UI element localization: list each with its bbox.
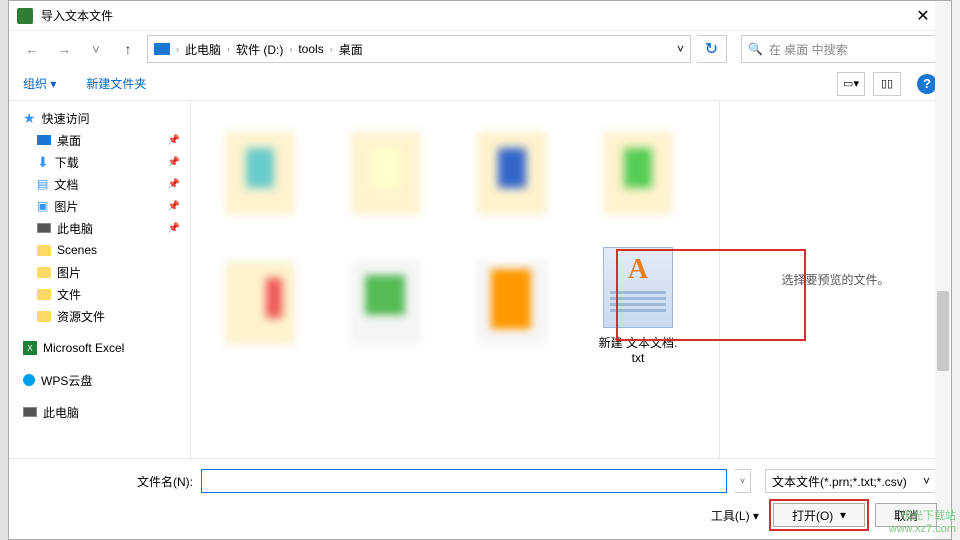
wps-icon (23, 374, 35, 386)
crumb-desktop[interactable]: 桌面 (335, 39, 367, 60)
help-button[interactable]: ? (917, 74, 937, 94)
file-item-txt[interactable]: A 新建 文本文档.txt (575, 241, 701, 371)
pin-icon: 📌 (168, 223, 180, 234)
preview-placeholder: 选择要预览的文件。 (781, 271, 889, 288)
sidebar-scenes[interactable]: Scenes (9, 239, 190, 261)
folder-item[interactable] (323, 111, 449, 241)
crumb-thispc[interactable]: 此电脑 (181, 39, 225, 60)
pc-icon (154, 43, 170, 55)
file-list[interactable]: A 新建 文本文档.txt (191, 101, 719, 458)
chevron-right-icon: › (289, 44, 292, 54)
file-item[interactable] (323, 241, 449, 371)
sidebar-thispc2[interactable]: 此电脑 (9, 401, 190, 423)
sidebar-resources[interactable]: 资源文件 (9, 305, 190, 327)
sidebar-thispc[interactable]: 此电脑📌 (9, 217, 190, 239)
excel-icon: X (23, 341, 37, 355)
path-dropdown[interactable]: ˅ (677, 42, 684, 56)
open-button[interactable]: 打开(O) ▾ (773, 503, 865, 527)
pc-icon (23, 407, 37, 417)
folder-icon (37, 311, 51, 322)
folder-item[interactable] (197, 111, 323, 241)
folder-icon (37, 245, 51, 256)
sidebar-wps[interactable]: WPS云盘 (9, 369, 190, 391)
watermark: 极光下载站 www.xz7.com (889, 510, 956, 536)
chevron-right-icon: › (227, 44, 230, 54)
file-type-filter[interactable]: 文本文件(*.prn;*.txt;*.csv)˅ (765, 469, 937, 493)
pin-icon: 📌 (168, 135, 180, 146)
app-background (0, 0, 8, 540)
sidebar-downloads[interactable]: ⬇下载📌 (9, 151, 190, 173)
picture-icon: ▣ (37, 199, 48, 213)
sidebar-documents[interactable]: ▤文档📌 (9, 173, 190, 195)
file-label: 新建 文本文档.txt (599, 334, 678, 365)
folder-item[interactable] (575, 111, 701, 241)
document-icon: ▤ (37, 177, 48, 191)
preview-toggle-button[interactable]: ▯▯ (873, 72, 901, 96)
sidebar-files[interactable]: 文件 (9, 283, 190, 305)
dialog-footer: 文件名(N): ˅ 文本文件(*.prn;*.txt;*.csv)˅ 工具(L)… (9, 458, 951, 539)
folder-item[interactable] (449, 111, 575, 241)
search-placeholder: 在 桌面 中搜索 (769, 41, 848, 58)
chevron-right-icon: › (330, 44, 333, 54)
toolbar: 组织 ▾ 新建文件夹 ▭ ▾ ▯▯ ? (9, 67, 951, 101)
sidebar-excel[interactable]: XMicrosoft Excel (9, 337, 190, 359)
pin-icon: 📌 (168, 179, 180, 190)
main-area: ★快速访问 桌面📌 ⬇下载📌 ▤文档📌 ▣图片📌 此电脑📌 Scenes 图片 … (9, 101, 951, 458)
organize-menu[interactable]: 组织 ▾ (23, 75, 56, 92)
download-icon: ⬇ (37, 154, 49, 171)
titlebar: 导入文本文件 ✕ (9, 1, 951, 31)
filename-dropdown[interactable]: ˅ (735, 469, 751, 493)
folder-icon (37, 289, 51, 300)
search-icon: 🔍 (748, 42, 763, 56)
refresh-button[interactable]: ↻ (697, 35, 727, 63)
sidebar-desktop[interactable]: 桌面📌 (9, 129, 190, 151)
up-button[interactable]: ↑ (115, 36, 141, 62)
chevron-right-icon: › (176, 44, 179, 54)
tools-menu[interactable]: 工具(L) ▾ (711, 507, 759, 524)
crumb-drive[interactable]: 软件 (D:) (232, 39, 287, 60)
text-file-icon: A (603, 247, 673, 328)
dialog-title: 导入文本文件 (41, 7, 903, 24)
sidebar-pictures[interactable]: ▣图片📌 (9, 195, 190, 217)
pc-icon (37, 223, 51, 233)
star-icon: ★ (23, 110, 36, 127)
recent-dropdown[interactable]: ˅ (83, 36, 109, 62)
forward-button: → (51, 36, 77, 62)
view-mode-button[interactable]: ▭ ▾ (837, 72, 865, 96)
preview-pane: 选择要预览的文件。 (719, 101, 951, 458)
excel-icon (17, 8, 33, 24)
sidebar-quick-access[interactable]: ★快速访问 (9, 107, 190, 129)
sidebar-pictures2[interactable]: 图片 (9, 261, 190, 283)
filename-input[interactable] (201, 469, 727, 493)
file-open-dialog: 导入文本文件 ✕ ← → ˅ ↑ › 此电脑 › 软件 (D:) › tools… (8, 0, 952, 540)
nav-row: ← → ˅ ↑ › 此电脑 › 软件 (D:) › tools › 桌面 ˅ ↻… (9, 31, 951, 67)
sidebar: ★快速访问 桌面📌 ⬇下载📌 ▤文档📌 ▣图片📌 此电脑📌 Scenes 图片 … (9, 101, 191, 458)
search-input[interactable]: 🔍 在 桌面 中搜索 (741, 35, 941, 63)
content-area: A 新建 文本文档.txt 选择要预览的文件。 (191, 101, 951, 458)
pin-icon: 📌 (168, 201, 180, 212)
folder-item[interactable] (197, 241, 323, 371)
back-button[interactable]: ← (19, 36, 45, 62)
desktop-icon (37, 135, 51, 145)
file-item[interactable] (449, 241, 575, 371)
pin-icon: 📌 (168, 157, 180, 168)
filename-label: 文件名(N): (23, 473, 193, 490)
new-folder-button[interactable]: 新建文件夹 (86, 75, 146, 92)
crumb-tools[interactable]: tools (294, 40, 327, 58)
folder-icon (37, 267, 51, 278)
breadcrumb[interactable]: › 此电脑 › 软件 (D:) › tools › 桌面 ˅ (147, 35, 691, 63)
